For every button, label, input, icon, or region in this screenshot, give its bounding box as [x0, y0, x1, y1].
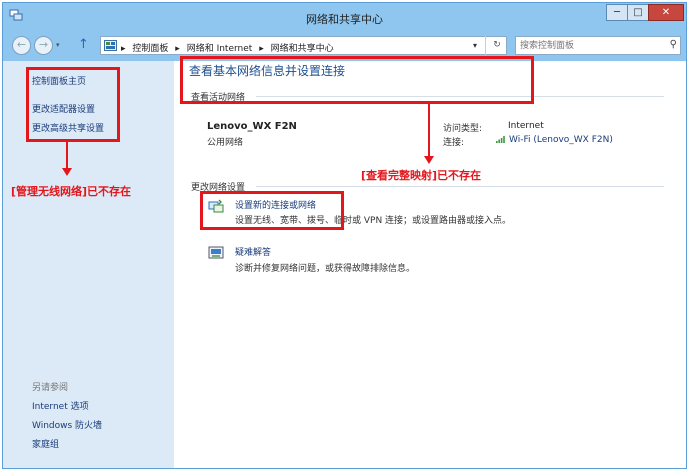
network-type: 公用网络	[207, 138, 244, 148]
breadcrumb-network-internet[interactable]: 网络和 Internet	[187, 44, 253, 54]
breadcrumb: ▸ 控制面板 ▸ 网络和 Internet ▸ 网络和共享中心	[121, 41, 338, 54]
wifi-signal-icon	[496, 136, 505, 143]
network-name: Lenovo_WX F2N	[207, 121, 297, 132]
access-type-label: 访问类型:	[443, 124, 483, 134]
back-arrow-icon[interactable]: ←	[12, 36, 31, 55]
wifi-connection-link[interactable]: Wi-Fi (Lenovo_WX F2N)	[496, 135, 613, 145]
connection-label: 连接:	[443, 138, 465, 148]
window-title: 网络和共享中心	[306, 13, 383, 26]
breadcrumb-separator: ▸	[259, 44, 264, 54]
address-dropdown-icon[interactable]: ▾	[469, 37, 481, 56]
sidebar-link-windows-firewall[interactable]: Windows 防火墙	[32, 418, 102, 431]
annotation-map-removed: [查看完整映射]已不存在	[361, 169, 482, 182]
sidebar-link-internet-options[interactable]: Internet 选项	[32, 399, 89, 412]
annotation-box-task	[200, 191, 344, 230]
annotation-arrow	[66, 142, 68, 170]
divider	[256, 186, 664, 187]
recent-pages-chevron-icon[interactable]: ▾	[56, 41, 60, 49]
annotation-arrowhead	[62, 168, 72, 176]
title-bar: 网络和共享中心 ─ □ ✕	[3, 3, 686, 31]
breadcrumb-control-panel[interactable]: 控制面板	[132, 44, 168, 54]
up-arrow-icon[interactable]: ↑	[78, 37, 89, 52]
search-box[interactable]: ⚲	[515, 36, 681, 55]
sidebar-link-homegroup[interactable]: 家庭组	[32, 437, 59, 450]
minimize-button[interactable]: ─	[606, 4, 628, 21]
annotation-arrow	[428, 104, 430, 158]
control-panel-icon	[104, 40, 117, 51]
troubleshoot-desc: 诊断并修复网络问题，或获得故障排除信息。	[235, 264, 416, 274]
breadcrumb-separator: ▸	[175, 44, 180, 54]
annotation-box-heading	[180, 56, 534, 104]
troubleshoot-icon	[208, 246, 224, 259]
see-also-heading: 另请参阅	[32, 383, 69, 393]
breadcrumb-separator: ▸	[121, 44, 126, 54]
connection-value: Wi-Fi (Lenovo_WX F2N)	[509, 135, 613, 145]
maximize-button[interactable]: □	[627, 4, 649, 21]
search-icon[interactable]: ⚲	[670, 39, 677, 50]
address-bar[interactable]: ▸ 控制面板 ▸ 网络和 Internet ▸ 网络和共享中心 ▾	[100, 36, 507, 55]
access-type-value: Internet	[508, 121, 544, 131]
close-button[interactable]: ✕	[648, 4, 684, 21]
search-input[interactable]	[520, 39, 660, 52]
breadcrumb-network-sharing-center[interactable]: 网络和共享中心	[271, 44, 334, 54]
refresh-icon[interactable]: ↻	[485, 36, 508, 55]
forward-arrow-icon[interactable]: →	[34, 36, 53, 55]
annotation-arrowhead	[424, 156, 434, 164]
annotation-box-sidebar	[26, 67, 120, 142]
annotation-wireless-removed: [管理无线网络]已不存在	[11, 185, 132, 198]
troubleshoot-link[interactable]: 疑难解答	[235, 245, 271, 258]
